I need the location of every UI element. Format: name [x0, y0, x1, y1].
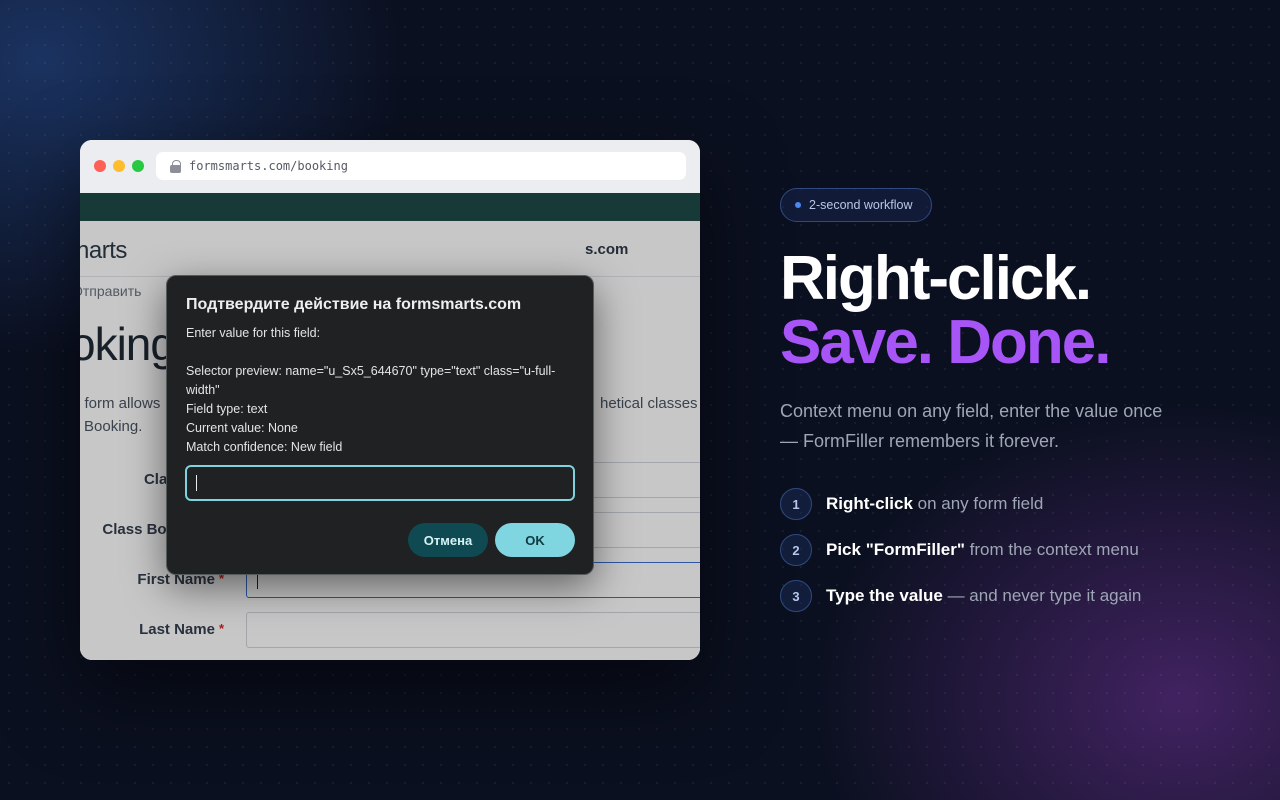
dialog-selector-preview: Selector preview: name="u_Sx5_644670" ty… — [186, 364, 556, 397]
browser-window: formsmarts.com/booking narts s.com Отпра… — [80, 140, 700, 660]
step-rest-text: — and never type it again — [942, 586, 1142, 605]
address-bar[interactable]: formsmarts.com/booking — [156, 152, 686, 180]
dialog-current-value: Current value: None — [186, 421, 298, 435]
dialog-prompt: Enter value for this field: — [186, 326, 321, 340]
step-text: Type the value — and never type it again — [826, 586, 1141, 606]
dialog-match-confidence: Match confidence: New field — [186, 440, 343, 454]
lock-icon — [170, 159, 181, 173]
browser-titlebar: formsmarts.com/booking — [80, 140, 700, 193]
step-number: 2 — [780, 534, 812, 566]
step-text: Right-click on any form field — [826, 494, 1043, 514]
maximize-window-dot[interactable] — [132, 160, 144, 172]
headline-line2: Save. Done. — [780, 308, 1111, 377]
ok-button[interactable]: OK — [495, 523, 575, 557]
prompt-dialog: Подтвердите действие на formsmarts.com E… — [166, 275, 594, 575]
promo-subtext: Context menu on any field, enter the val… — [780, 401, 1163, 451]
step-number: 1 — [780, 488, 812, 520]
dialog-title: Подтвердите действие на formsmarts.com — [186, 296, 522, 313]
text-caret — [196, 475, 197, 491]
badge-dot-icon — [795, 202, 801, 208]
step-rest-text: from the context menu — [964, 540, 1139, 559]
workflow-badge: 2-second workflow — [780, 188, 932, 222]
page-viewport: narts s.com Отправить oking g form allow… — [80, 193, 700, 660]
cancel-button[interactable]: Отмена — [408, 523, 488, 557]
close-window-dot[interactable] — [94, 160, 106, 172]
minimize-window-dot[interactable] — [113, 160, 125, 172]
url-text: formsmarts.com/booking — [189, 159, 348, 173]
dialog-value-input[interactable] — [185, 465, 575, 501]
step-item: 2 Pick "FormFiller" from the context men… — [780, 534, 1139, 566]
step-number: 3 — [780, 580, 812, 612]
step-strong-text: Right-click — [826, 494, 913, 513]
headline-line1: Right-click. — [780, 244, 1092, 313]
step-strong-text: Pick "FormFiller" — [826, 540, 965, 559]
step-rest-text: on any form field — [912, 494, 1044, 513]
step-strong-text: Type the value — [826, 586, 943, 605]
step-item: 1 Right-click on any form field — [780, 488, 1043, 520]
badge-text: 2-second workflow — [809, 198, 913, 212]
step-text: Pick "FormFiller" from the context menu — [826, 540, 1139, 560]
step-item: 3 Type the value — and never type it aga… — [780, 580, 1141, 612]
dialog-field-type: Field type: text — [186, 402, 268, 416]
